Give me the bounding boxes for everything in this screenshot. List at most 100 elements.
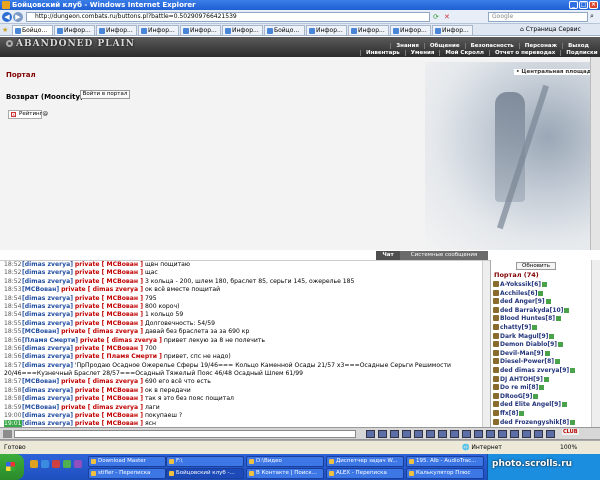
taskbar-button[interactable]: Диспетчер задач W... bbox=[326, 456, 404, 467]
quicklaunch-icon-2[interactable] bbox=[41, 460, 49, 468]
user-entry[interactable]: ded Frozengyshik[8] bbox=[493, 418, 576, 427]
toolbar-icon-2[interactable] bbox=[378, 430, 387, 438]
close-button[interactable]: × bbox=[589, 1, 598, 9]
info-icon[interactable] bbox=[570, 419, 576, 425]
browser-tab[interactable]: Инфор... bbox=[96, 25, 137, 35]
chat-sender[interactable]: [dimas zverya] bbox=[22, 412, 73, 419]
user-name[interactable]: ded Anger[9] bbox=[500, 298, 545, 305]
toolbar-icon-15[interactable] bbox=[534, 430, 543, 438]
user-name[interactable]: Dark Magul[9] bbox=[500, 333, 548, 340]
chat-sender[interactable]: [dimas zverya] bbox=[22, 311, 73, 318]
browser-tab[interactable]: Инфор... bbox=[180, 25, 221, 35]
info-icon[interactable] bbox=[543, 376, 549, 382]
toolbar-icon-6[interactable] bbox=[426, 430, 435, 438]
browser-tab[interactable]: Бойцо... bbox=[264, 25, 305, 35]
info-icon[interactable] bbox=[561, 402, 567, 408]
menu-item[interactable]: Инвентарь bbox=[360, 50, 405, 56]
tools-menu[interactable]: Сервис bbox=[558, 26, 580, 33]
refresh-icon[interactable]: ⟳ bbox=[433, 13, 439, 21]
private-tag[interactable]: private [ MCBован ] bbox=[75, 395, 143, 402]
content-scrollbar[interactable] bbox=[590, 57, 600, 250]
toolbar-icon-13[interactable] bbox=[510, 430, 519, 438]
user-name[interactable]: DJ AHTOH[9] bbox=[500, 376, 543, 383]
info-icon[interactable] bbox=[556, 316, 561, 322]
chat-message-input[interactable] bbox=[14, 430, 356, 438]
user-name[interactable]: Demon Diablo[9] bbox=[500, 341, 557, 348]
toolbar-icon-7[interactable] bbox=[438, 430, 447, 438]
browser-tab[interactable]: Инфор... bbox=[306, 25, 347, 35]
private-tag[interactable]: private [ MCBован ] bbox=[75, 320, 143, 327]
menu-item[interactable]: Умения bbox=[404, 50, 440, 56]
info-icon[interactable] bbox=[519, 411, 525, 416]
browser-tab[interactable]: Инфор... bbox=[222, 25, 263, 35]
chat-sender[interactable]: [dimas zverya] bbox=[22, 261, 73, 268]
user-name[interactable]: A-Yokssik[6] bbox=[500, 281, 541, 288]
toolbar-icon-9[interactable] bbox=[462, 430, 471, 438]
central-square-link[interactable]: • Центральная площадь bbox=[514, 69, 597, 75]
info-icon[interactable] bbox=[538, 290, 544, 296]
private-tag[interactable]: private [ Пламя Смерти ] bbox=[75, 353, 162, 360]
taskbar-button[interactable]: ALEX - Переписка bbox=[326, 468, 404, 479]
user-list-scrollbar[interactable] bbox=[591, 260, 600, 427]
taskbar-button[interactable]: Download Master bbox=[88, 456, 166, 467]
private-tag[interactable]: private [ dimas zverya ] bbox=[80, 337, 162, 344]
private-tag[interactable]: private [ MCBован ] bbox=[75, 261, 143, 268]
toolbar-icon-5[interactable] bbox=[414, 430, 423, 438]
taskbar-button[interactable]: Бойцовский клуб -... bbox=[166, 468, 244, 479]
chat-sender[interactable]: [MCBован] bbox=[22, 378, 59, 385]
chat-sender[interactable]: [dimas zverya] bbox=[22, 353, 73, 360]
search-input[interactable]: Google bbox=[488, 12, 588, 22]
private-tag[interactable]: private [ MCBован ] bbox=[75, 295, 143, 302]
user-name[interactable]: Diesel-Power[8] bbox=[500, 358, 554, 365]
browser-tab[interactable]: Инфор... bbox=[390, 25, 431, 35]
send-arrow-icon[interactable] bbox=[3, 430, 12, 438]
search-icon[interactable]: ⌕ bbox=[590, 12, 594, 21]
taskbar-button[interactable]: F:\ bbox=[166, 456, 244, 467]
private-tag[interactable]: private [ MCBован ] bbox=[75, 278, 143, 285]
taskbar-button[interactable]: 195. Alb - AudioTrac... bbox=[406, 456, 484, 467]
chat-sender[interactable]: [Пламя Смерти] bbox=[22, 337, 78, 344]
chat-sender[interactable]: [dimas zverya] bbox=[22, 303, 73, 310]
start-button[interactable] bbox=[0, 454, 24, 480]
user-name[interactable]: Acchiles[6] bbox=[500, 290, 537, 297]
tab-chat[interactable]: Чат bbox=[376, 251, 400, 260]
browser-tab[interactable]: Инфор... bbox=[54, 25, 95, 35]
toolbar-icon-14[interactable] bbox=[522, 430, 531, 438]
private-tag[interactable]: private [ dimas zverya ] bbox=[61, 328, 143, 335]
chat-sender[interactable]: [MCBован] bbox=[22, 286, 59, 293]
chat-sender[interactable]: [dimas zverya] bbox=[22, 295, 73, 302]
taskbar-button[interactable]: D:\Видео bbox=[246, 456, 324, 467]
favorites-star-icon[interactable]: ★ bbox=[2, 26, 8, 34]
info-icon[interactable] bbox=[539, 385, 545, 391]
toolbar-icon-8[interactable] bbox=[450, 430, 459, 438]
user-name[interactable]: ded dimas zverya[9] bbox=[500, 367, 569, 374]
user-name[interactable]: ded Frozengyshik[8] bbox=[500, 419, 569, 426]
private-tag[interactable]: private [ MCBован ] bbox=[75, 311, 143, 318]
chat-sender[interactable]: [dimas zverya] bbox=[22, 345, 73, 352]
user-name[interactable]: DRooG[9] bbox=[500, 393, 532, 400]
user-name[interactable]: Do re mi[8] bbox=[500, 384, 538, 391]
toolbar-icon-12[interactable] bbox=[498, 430, 507, 438]
user-name[interactable]: ded Barrakyda[10] bbox=[500, 307, 563, 314]
toolbar-icon-16[interactable] bbox=[546, 430, 555, 438]
page-menu[interactable]: Страница bbox=[526, 26, 557, 33]
private-tag[interactable]: private [ MCBован ] bbox=[75, 412, 143, 419]
info-icon[interactable] bbox=[544, 350, 550, 356]
private-tag[interactable]: private [ dimas zverya ] bbox=[61, 404, 143, 411]
info-icon[interactable] bbox=[533, 393, 539, 399]
chat-sender[interactable]: [dimas zverya] bbox=[22, 278, 73, 285]
maximize-button[interactable]: □ bbox=[579, 1, 588, 9]
info-icon[interactable] bbox=[549, 333, 555, 339]
chat-sender[interactable]: [MCBован] bbox=[22, 328, 59, 335]
quicklaunch-icon-1[interactable] bbox=[30, 460, 38, 468]
private-tag[interactable]: private [ MCBован ] bbox=[75, 269, 143, 276]
chat-scrollbar[interactable] bbox=[482, 261, 490, 427]
user-name[interactable]: chatty[9] bbox=[500, 324, 531, 331]
zoom-level[interactable]: 100% bbox=[560, 441, 577, 454]
toolbar-icon-10[interactable] bbox=[474, 430, 483, 438]
chat-sender[interactable]: [dimas zverya] bbox=[22, 387, 73, 394]
browser-tab[interactable]: Инфор... bbox=[138, 25, 179, 35]
user-name[interactable]: Devil-Man[9] bbox=[500, 350, 544, 357]
browser-tab[interactable]: Инфор... bbox=[432, 25, 473, 35]
taskbar-button[interactable]: Калькулятор Плюс bbox=[406, 468, 484, 479]
